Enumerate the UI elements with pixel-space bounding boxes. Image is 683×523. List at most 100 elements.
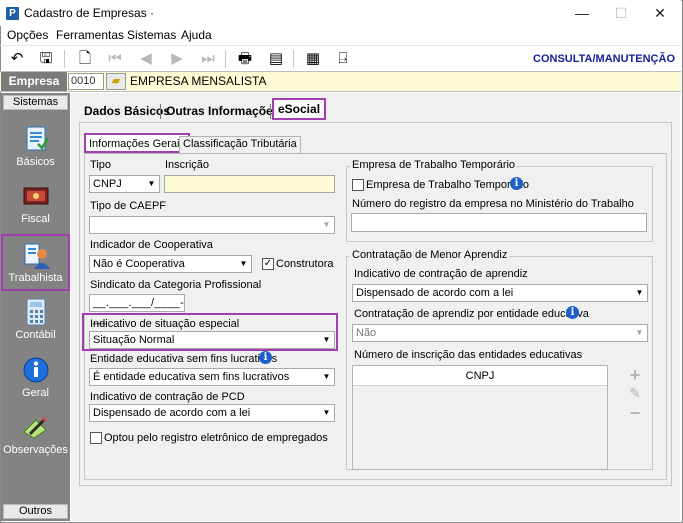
save-icon[interactable]: 🖫	[36, 49, 56, 69]
aprendiz-entidade-label: Contratação de aprendiz por entidade edu…	[354, 308, 589, 320]
info-icon[interactable]: i	[566, 306, 579, 319]
pcd-select[interactable]: Dispensado de acordo com a lei ▼	[89, 404, 335, 422]
inscricao-label: Inscrição	[165, 159, 210, 171]
cooperativa-value: Não é Cooperativa	[93, 258, 185, 270]
sidebar-header[interactable]: Sistemas	[3, 95, 68, 110]
maximize-button[interactable]: ☐	[601, 0, 641, 26]
mode-label: CONSULTA/MANUTENÇÃO	[533, 53, 675, 65]
registro-eletronico-label: Optou pelo registro eletrônico de empreg…	[104, 432, 328, 444]
aprendiz-indicativo-label: Indicativo de contração de aprendiz	[354, 268, 528, 280]
chevron-down-icon: ▼	[239, 259, 248, 268]
minimize-button[interactable]: —	[562, 0, 602, 26]
last-record-icon[interactable]: ⏭	[198, 49, 218, 69]
undo-icon[interactable]: ↶	[7, 49, 27, 69]
fiscal-icon	[23, 187, 48, 205]
temporario-title: Empresa de Trabalho Temporário	[350, 159, 518, 171]
sidebar-item-label: Observações	[3, 444, 68, 456]
temporario-checkbox[interactable]	[352, 179, 364, 191]
sidebar-item-geral[interactable]: Geral	[1, 351, 70, 406]
chevron-down-icon: ▼	[322, 408, 331, 417]
menu-bar: Opções Ferramentas Sistemas Ajuda	[0, 26, 681, 45]
tab-outras-informacoes[interactable]: Outras Informações	[162, 100, 283, 122]
print-icon[interactable]: 🖶	[235, 49, 255, 69]
cooperativa-select[interactable]: Não é Cooperativa ▼	[89, 255, 252, 273]
inscricao-input[interactable]	[164, 175, 335, 193]
menu-sistemas[interactable]: Sistemas	[127, 28, 176, 42]
sidebar-item-label: Fiscal	[21, 213, 50, 225]
preview-icon[interactable]: 🗋	[75, 49, 95, 69]
tab-separator	[270, 104, 271, 119]
registro-eletronico-checkbox[interactable]	[90, 432, 102, 444]
add-icon[interactable]: +	[627, 365, 643, 386]
toolbar-separator	[293, 50, 294, 68]
folder-icon[interactable]: ▰	[106, 73, 126, 90]
report-icon[interactable]: ▦	[303, 49, 323, 69]
cooperativa-label: Indicador de Cooperativa	[90, 239, 213, 251]
aprendiz-title: Contratação de Menor Aprendiz	[350, 249, 510, 261]
chevron-down-icon: ▼	[635, 328, 644, 337]
toolbar-separator	[64, 50, 65, 68]
situacao-value: Situação Normal	[93, 334, 175, 346]
sidebar-item-label: Contábil	[15, 329, 56, 341]
labor-icon	[24, 243, 50, 269]
menu-ajuda[interactable]: Ajuda	[181, 28, 212, 42]
sidebar-footer[interactable]: Outros	[3, 504, 68, 519]
sidebar-item-observacoes[interactable]: Observações	[1, 408, 70, 463]
chevron-down-icon: ▼	[322, 335, 331, 344]
sidebar-item-label: Básicos	[16, 156, 55, 168]
tab-esocial[interactable]: eSocial	[272, 98, 327, 120]
info-icon	[23, 357, 48, 383]
tipo-select[interactable]: CNPJ ▼	[89, 175, 160, 193]
aprendiz-indicativo-select[interactable]: Dispensado de acordo com a lei ▼	[352, 284, 648, 302]
sidebar-item-contabil[interactable]: Contábil	[1, 293, 70, 348]
tipo-value: CNPJ	[93, 178, 122, 190]
temporario-checkbox-label: Empresa de Trabalho Temporário	[366, 179, 530, 191]
basics-icon	[26, 126, 49, 151]
tab-classificacao-tributaria[interactable]: Classificação Tributária	[179, 136, 301, 153]
edit-icon[interactable]: ✎	[627, 385, 643, 402]
exit-icon[interactable]: ⍈	[333, 49, 353, 69]
info-icon[interactable]: i	[510, 177, 523, 190]
tab-informacoes-gerais[interactable]: Informações Gerais	[84, 133, 190, 153]
export-icon[interactable]: ▤	[266, 49, 286, 69]
aprendiz-entidade-value: Não	[356, 327, 377, 339]
sidebar-item-basicos[interactable]: Básicos	[1, 120, 70, 175]
sindicato-label: Sindicato da Categoria Profissional	[90, 279, 262, 291]
sidebar-item-label: Trabalhista	[8, 272, 63, 284]
company-code-input[interactable]: 0010	[68, 73, 104, 90]
sidebar-item-trabalhista[interactable]: Trabalhista	[1, 234, 70, 291]
company-label: Empresa	[1, 72, 67, 91]
aprendiz-indicativo-value: Dispensado de acordo com a lei	[356, 287, 514, 299]
situacao-label: Indicativo de situação especial	[90, 318, 240, 330]
sindicato-input[interactable]: __.___.___/____-__	[89, 294, 185, 325]
caepf-select[interactable]: ▼	[89, 216, 335, 234]
grid-column-header[interactable]: CNPJ	[353, 366, 607, 386]
aprendiz-inscricao-label: Número de inscrição das entidades educat…	[354, 349, 583, 361]
app-icon: P	[6, 7, 19, 20]
aprendiz-entidade-select[interactable]: Não ▼	[352, 324, 648, 342]
registro-mt-input[interactable]	[351, 213, 647, 232]
situacao-select[interactable]: Situação Normal ▼	[89, 331, 335, 349]
first-record-icon[interactable]: ⏮	[105, 49, 125, 69]
toolbar-separator	[225, 50, 226, 68]
window-title: Cadastro de Empresas ·	[24, 6, 155, 20]
chevron-down-icon: ▼	[635, 288, 644, 297]
chevron-down-icon: ▼	[322, 220, 331, 229]
sidebar-item-label: Geral	[22, 387, 49, 399]
info-icon[interactable]: i	[259, 351, 272, 364]
close-button[interactable]: ✕	[640, 0, 680, 26]
notes-icon	[22, 416, 47, 439]
calculator-icon	[26, 298, 45, 326]
pcd-label: Indicativo de contração de PCD	[90, 391, 245, 403]
remove-icon[interactable]: −	[627, 403, 643, 424]
construtora-checkbox[interactable]: ✓	[262, 258, 274, 270]
entidade-label: Entidade educativa sem fins lucrativos	[90, 353, 278, 365]
entidade-select[interactable]: É entidade educativa sem fins lucrativos…	[89, 368, 335, 386]
menu-ferramentas[interactable]: Ferramentas	[56, 28, 124, 42]
next-record-icon[interactable]: ▶	[167, 49, 187, 69]
menu-opcoes[interactable]: Opções	[7, 28, 48, 42]
pcd-value: Dispensado de acordo com a lei	[93, 407, 251, 419]
tipo-label: Tipo	[90, 159, 111, 171]
sidebar-item-fiscal[interactable]: Fiscal	[1, 177, 70, 232]
previous-record-icon[interactable]: ◀	[136, 49, 156, 69]
